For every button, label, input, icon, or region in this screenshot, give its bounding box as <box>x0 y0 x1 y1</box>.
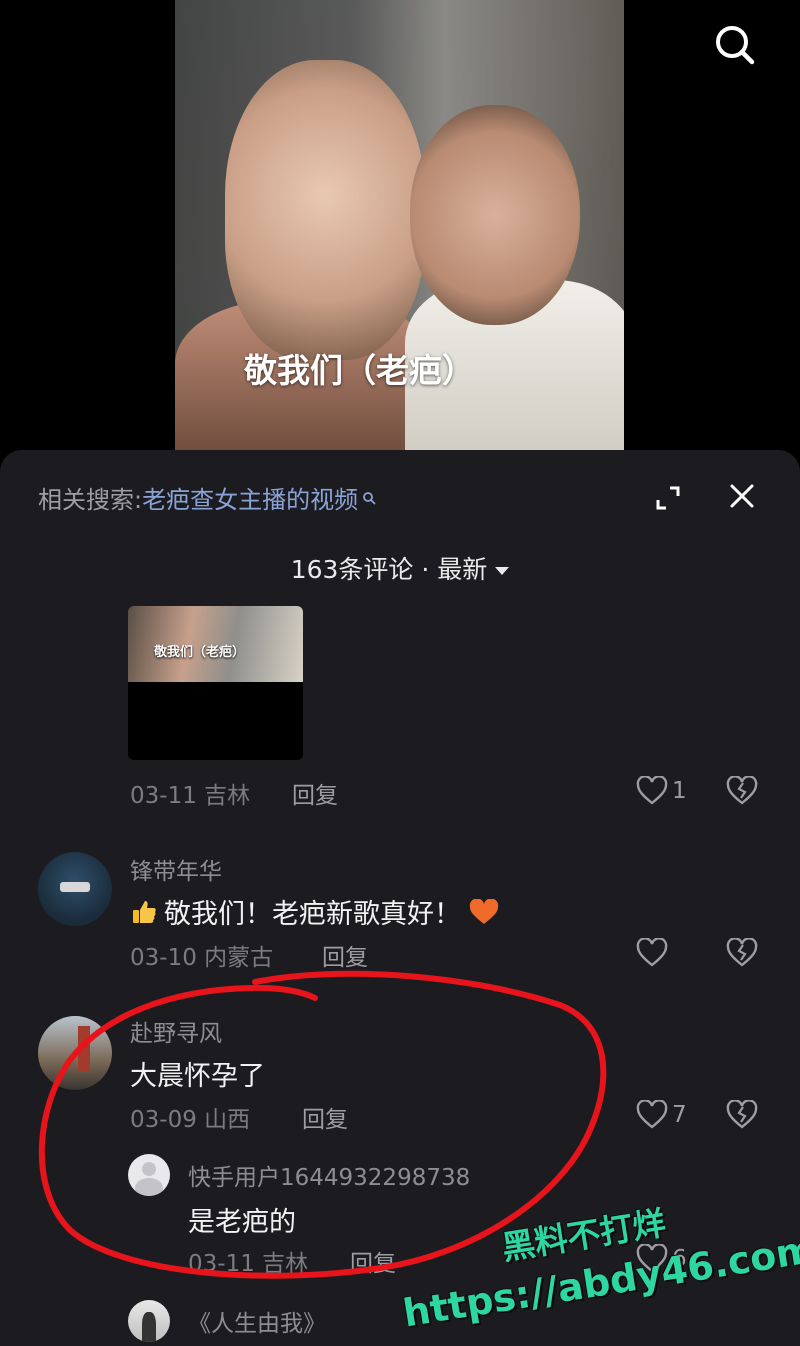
comment-username[interactable]: 《人生由我》 <box>188 1304 326 1338</box>
close-icon[interactable] <box>728 482 756 510</box>
search-icon[interactable] <box>712 22 758 68</box>
like-button[interactable] <box>636 938 672 968</box>
avatar[interactable] <box>128 1300 170 1342</box>
dislike-broken-heart-icon[interactable] <box>726 1100 758 1130</box>
comment-text-content: 敬我们！老疤新歌真好！ <box>164 899 461 930</box>
avatar-picture <box>60 882 90 892</box>
related-search-label: 相关搜索: <box>38 486 143 514</box>
video-figure <box>410 105 580 325</box>
like-button[interactable]: 1 <box>636 776 687 806</box>
heart-icon <box>636 1100 668 1129</box>
like-button[interactable]: 7 <box>636 1100 687 1130</box>
avatar[interactable] <box>38 852 112 926</box>
reply-meta: 03-11 吉林 <box>188 1244 308 1278</box>
comment-meta: 03-09 山西 <box>130 1100 250 1134</box>
comment-text-content: 大晨怀孕了 <box>130 1061 265 1092</box>
comment-count-label: 163条评论 · 最新 <box>290 555 488 584</box>
comment-image-caption: 敬我们（老疤） <box>154 645 246 660</box>
reply-location: 吉林 <box>262 1251 309 1277</box>
reply-text: 是老疤的 <box>188 1200 296 1239</box>
reply-username[interactable]: 快手用户1644932298738 <box>188 1158 470 1192</box>
comment-meta: 03-11 吉林 <box>130 776 250 810</box>
comment-count-sort[interactable]: 163条评论 · 最新 <box>0 550 800 586</box>
thumbs-up-emoji-icon <box>133 900 156 923</box>
comment-date: 03-11 <box>130 783 197 809</box>
avatar[interactable] <box>128 1154 170 1196</box>
comment-image[interactable]: 敬我们（老疤） <box>128 606 303 760</box>
reply-button[interactable]: 回复 <box>302 1100 348 1134</box>
like-count: 7 <box>672 1102 687 1128</box>
orange-heart-emoji-icon <box>469 898 499 924</box>
avatar-picture <box>142 1312 156 1342</box>
expand-icon[interactable] <box>652 482 684 514</box>
dislike-broken-heart-icon[interactable] <box>726 776 758 806</box>
comments-sheet: 相关搜索: 老疤查女主播的视频 163条评论 · 最新 敬我们（老疤） 03-1… <box>0 450 800 1346</box>
chevron-down-icon <box>495 567 510 575</box>
comment-text: 大晨怀孕了 <box>130 1054 265 1093</box>
reply-text-content: 是老疤的 <box>188 1207 296 1238</box>
reply-button[interactable]: 回复 <box>292 776 338 810</box>
heart-icon <box>636 938 668 967</box>
dislike-broken-heart-icon[interactable] <box>726 938 758 968</box>
comment-date: 03-10 <box>130 945 197 971</box>
comment-meta: 03-10 内蒙古 <box>130 938 273 972</box>
comment-username[interactable]: 锋带年华 <box>130 852 222 886</box>
search-icon <box>363 491 376 504</box>
comment-date: 03-09 <box>130 1107 197 1133</box>
comment-location: 吉林 <box>204 783 251 809</box>
video-caption: 敬我们（老疤） <box>244 351 475 390</box>
like-count: 1 <box>672 778 687 804</box>
avatar-picture <box>78 1026 90 1072</box>
video-player[interactable]: 敬我们（老疤） <box>0 0 800 452</box>
related-search-query[interactable]: 老疤查女主播的视频 <box>142 480 358 515</box>
reply-button[interactable]: 回复 <box>350 1244 396 1278</box>
related-search[interactable]: 相关搜索: 老疤查女主播的视频 <box>38 480 376 515</box>
avatar[interactable] <box>38 1016 112 1090</box>
comment-username[interactable]: 赴野寻风 <box>130 1014 222 1048</box>
comment-location: 山西 <box>204 1107 251 1133</box>
video-figure <box>225 60 425 360</box>
heart-icon <box>636 776 668 805</box>
comment-text: 敬我们！老疤新歌真好！ <box>130 892 499 931</box>
reply-button[interactable]: 回复 <box>322 938 368 972</box>
comment-location: 内蒙古 <box>204 945 274 971</box>
reply-date: 03-11 <box>188 1251 255 1277</box>
avatar-default-icon <box>135 1178 163 1196</box>
avatar-default-icon <box>142 1162 156 1176</box>
